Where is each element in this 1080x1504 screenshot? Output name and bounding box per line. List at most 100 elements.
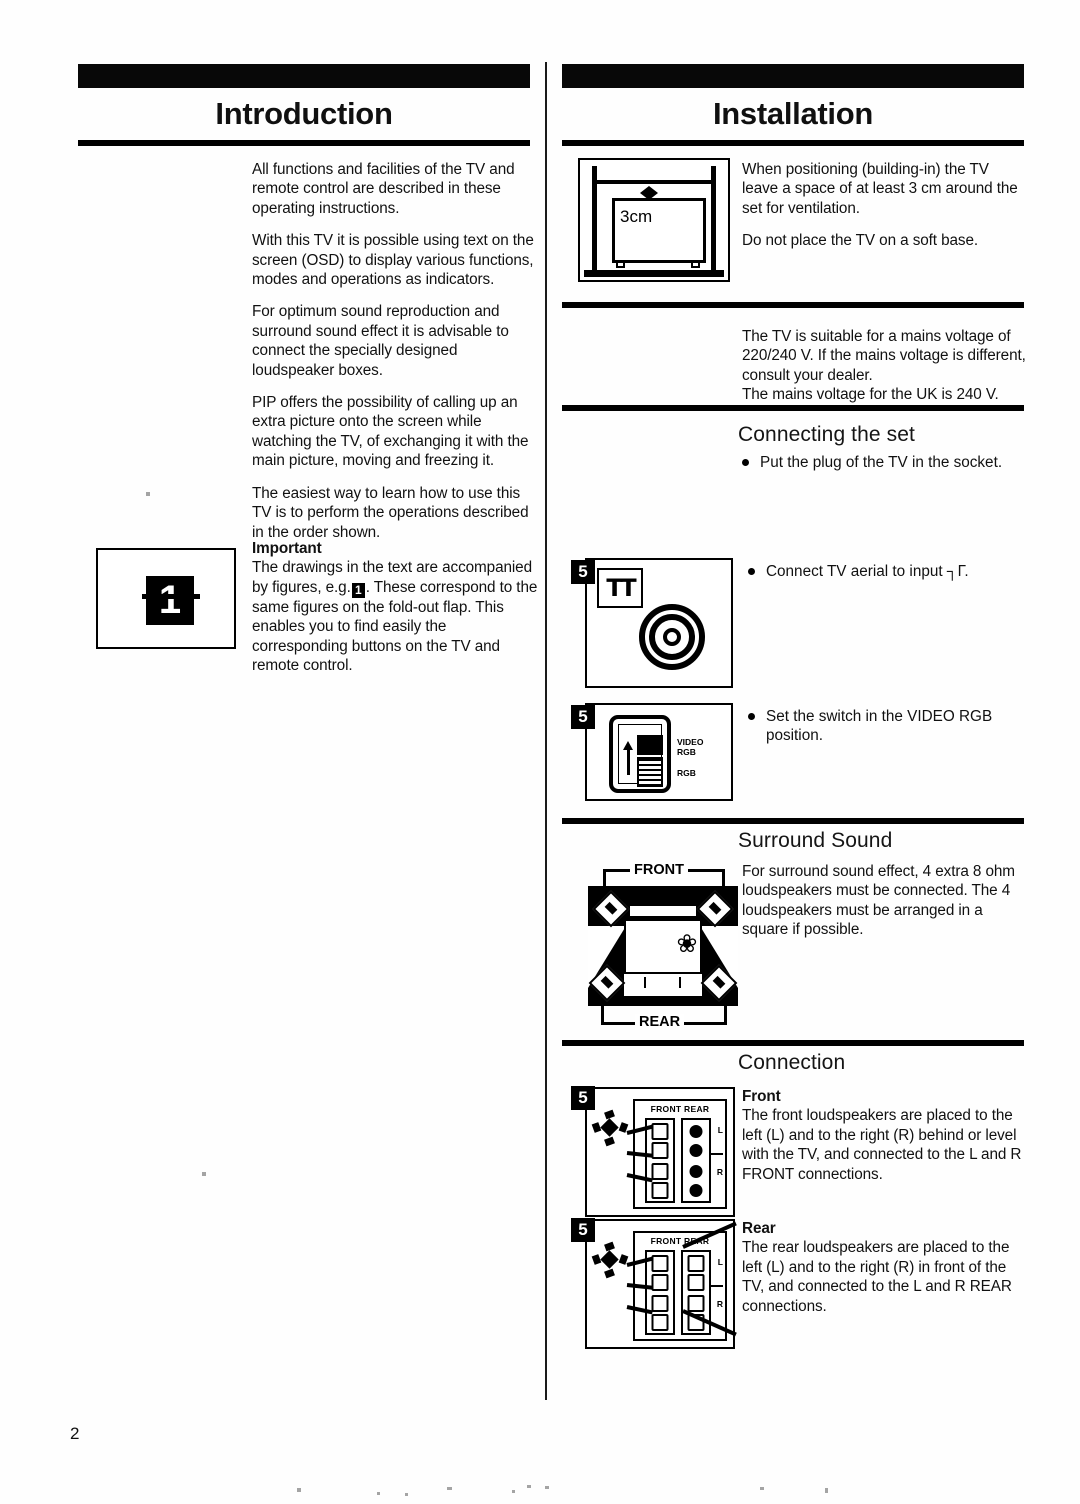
terminal-column-front [645,1250,675,1335]
front-connection-paragraph: The front loudspeakers are placed to the… [742,1107,1022,1183]
terminal-divider-dash [709,1285,723,1287]
ventilation-figure: 3cm [578,158,730,282]
scan-speck [545,1486,549,1489]
terminal-screw [651,1255,669,1272]
vent-gap-label: 3cm [620,207,653,226]
document-page: Introduction All functions and facilitie… [0,0,1080,1504]
terminal-screw-filled [689,1144,703,1157]
sofa-divider [644,977,646,988]
left-body-text: All functions and facilities of the TV a… [252,160,534,542]
rear-bracket-right-leg [724,1003,727,1025]
aerial-input-figure: TT [585,558,733,688]
terminal-screw [687,1274,705,1291]
rgb-switch-bullet-text: Set the switch in the VIDEO RGB position… [766,708,993,745]
left-paragraph-2: With this TV it is possible using text o… [252,232,534,289]
terminal-column-front [645,1118,675,1203]
speaker-burst-icon [591,1109,629,1147]
rear-sub-heading: Rear [742,1220,776,1237]
ventilation-paragraph-2: Do not place the TV on a soft base. [742,232,979,250]
terminal-column-rear [681,1118,711,1203]
front-connection-text: Front The front loudspeakers are placed … [742,1087,1030,1184]
vent-gap-arrow [640,186,658,193]
aerial-symbol-box: TT [597,568,643,608]
room-plant-icon: ❀ [674,931,700,957]
step-marker-aerial: 5 [571,560,595,584]
terminal-panel: FRONT REAR L R [626,1099,727,1209]
switch-housing [609,715,671,793]
surround-sound-paragraph: For surround sound effect, 4 extra 8 ohm… [742,863,1015,939]
step-marker-rgb-switch: 5 [571,705,595,729]
switch-knob-top [637,735,663,755]
left-page-title: Introduction [215,96,393,131]
right-title-rule [562,140,1024,146]
terminal-label-r: R [716,1299,723,1309]
scan-speck [825,1488,828,1493]
left-paragraph-4: PIP offers the possibility of calling up… [252,394,529,470]
right-header-black-bar [562,64,1024,88]
switch-label-video-line1: VIDEO [677,737,704,747]
ventilation-text: When positioning (building-in) the TV le… [742,160,1027,251]
terminal-screw [651,1314,669,1331]
terminal-caption: FRONT REAR [650,1104,710,1114]
inline-figure-one-badge: 1 [351,582,365,598]
connection-marker-rear: 5 [571,1218,595,1242]
connection-heading: Connection [738,1051,846,1074]
page-number: 2 [70,1424,80,1443]
video-rgb-switch-figure: VIDEO RGB RGB [585,703,733,801]
left-header-black-bar [78,64,530,88]
right-page-title: Installation [712,96,874,131]
figure-one-leader-line [142,594,200,599]
left-title-rule [78,140,530,146]
speaker-front-right [696,890,734,928]
terminal-screw [651,1123,669,1140]
scan-speck [512,1490,515,1493]
surround-sound-text: For surround sound effect, 4 extra 8 ohm… [742,862,1030,940]
scan-speck [146,492,150,496]
front-bracket-label: FRONT [630,862,688,878]
rule-after-connecting [562,818,1024,824]
connection-marker-front: 5 [571,1086,595,1110]
vent-top-shelf [596,180,712,184]
figure-one-number: 1 [146,576,194,625]
switch-label-video-line2: RGB [677,747,696,757]
terminal-divider-dash [709,1153,723,1155]
terminal-screw [651,1163,669,1180]
left-paragraph-1: All functions and facilities of the TV a… [252,161,515,217]
rgb-switch-bullet: Set the switch in the VIDEO RGB position… [748,707,1033,746]
terminal-screw [687,1255,705,1272]
terminal-screw-filled [689,1184,703,1197]
mains-paragraph-2: The mains voltage for the UK is 240 V. [742,386,999,404]
connecting-bullet-1: Put the plug of the TV in the socket. [742,453,1030,472]
vent-base [584,270,724,277]
rule-after-mains [562,405,1024,411]
switch-label-rgb: RGB [677,768,696,778]
switch-label-video: VIDEO RGB [677,737,703,757]
important-text: The drawings in the text are accompanied… [252,558,540,675]
left-paragraph-5: The easiest way to learn how to use this… [252,484,529,541]
aerial-bullet-text: Connect TV aerial to input ┐Γ. [766,563,969,580]
terminal-caption: FRONT REAR [650,1236,710,1246]
mains-text: The TV is suitable for a mains voltage o… [742,327,1030,405]
vent-gap-arrow-2 [640,193,658,200]
terminal-label-l: L [717,1125,723,1135]
terminal-screw [651,1142,669,1159]
terminal-screw-filled [689,1125,703,1138]
bullet-dot [748,568,755,575]
rule-after-surround [562,1040,1024,1046]
switch-knob-grip [637,757,663,787]
rear-bracket-label: REAR [635,1014,685,1030]
connecting-bullet-1-text: Put the plug of the TV in the socket. [760,454,1003,471]
rule-after-ventilation [562,302,1024,308]
scan-speck [297,1488,301,1492]
vent-foot-right [691,261,700,268]
terminal-label-l: L [717,1257,723,1267]
speaker-burst-icon [591,1241,629,1279]
surround-room-diagram: ❀ [588,886,738,1006]
rear-connection-paragraph: The rear loudspeakers are placed to the … [742,1239,1012,1315]
scan-speck [760,1487,764,1490]
sofa-divider [679,977,681,988]
scan-speck [405,1493,408,1496]
terminal-label-r: R [716,1167,723,1177]
column-divider [545,62,547,1400]
terminal-screw [687,1295,705,1312]
